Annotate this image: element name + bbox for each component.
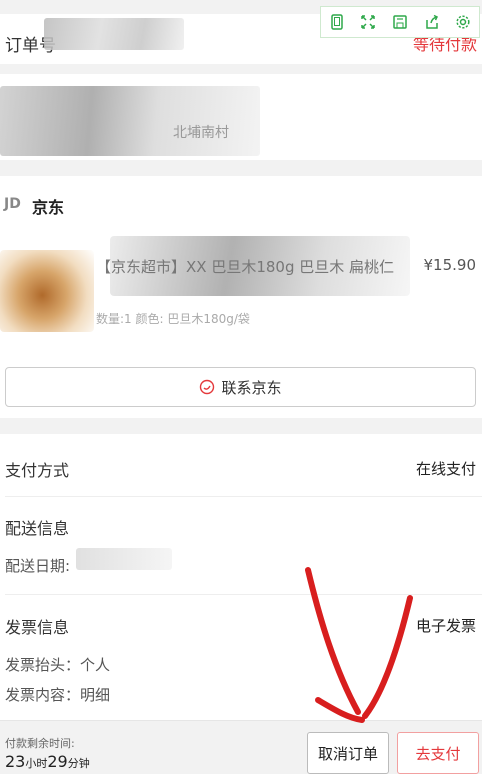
info-card: 支付方式 在线支付 配送信息 配送日期: 发票信息 电子发票 发票抬头：个人 发… — [0, 434, 482, 720]
divider — [5, 594, 482, 595]
remaining-time: 23小时29分钟 — [5, 752, 90, 771]
settings-icon[interactable] — [447, 7, 479, 37]
chat-icon — [200, 379, 215, 395]
shop-name[interactable]: 京东 — [32, 194, 64, 218]
share-icon[interactable] — [416, 7, 448, 37]
delivery-info-label: 配送信息 — [5, 519, 70, 538]
save-icon[interactable] — [384, 7, 416, 37]
jd-logo: JD — [4, 196, 21, 212]
remaining-time-label: 付款剩余时间: — [5, 737, 75, 750]
payment-method-label: 支付方式 — [5, 461, 70, 480]
shop-card: JD 京东 【京东超市】XX 巴旦木180g 巴旦木 扁桃仁 ¥15.90 数量… — [0, 176, 482, 418]
payment-method-value: 在线支付 — [415, 460, 476, 478]
address-redacted — [0, 86, 260, 156]
invoice-title-line: 发票抬头：个人 — [5, 656, 111, 674]
bottom-bar: 付款剩余时间: 23小时29分钟 取消订单 去支付 — [0, 720, 482, 774]
divider — [5, 496, 482, 497]
address-text: 北埔南村 — [173, 125, 229, 141]
delivery-date-redacted — [76, 548, 172, 570]
product-spec: 数量:1 颜色: 巴旦木180g/袋 — [96, 312, 250, 326]
invoice-content-line: 发票内容：明细 — [5, 686, 111, 704]
product-price: ¥15.90 — [423, 256, 477, 274]
expand-icon[interactable] — [353, 7, 385, 37]
minutes-unit: 分钟 — [67, 757, 90, 770]
phone-icon[interactable] — [321, 7, 353, 37]
address-card: 北埔南村 — [0, 74, 482, 160]
invoice-info-label: 发票信息 — [5, 618, 70, 637]
remaining-hours: 23 — [5, 752, 26, 771]
floating-toolbar — [320, 6, 480, 38]
remaining-minutes: 29 — [47, 752, 68, 771]
delivery-date-label: 配送日期: — [5, 557, 71, 575]
product-title[interactable]: 【京东超市】XX 巴旦木180g 巴旦木 扁桃仁 — [96, 256, 416, 278]
invoice-type-value: 电子发票 — [415, 617, 476, 635]
product-image[interactable] — [0, 250, 94, 332]
contact-jd-button[interactable]: 联系京东 — [5, 367, 476, 407]
hours-unit: 小时 — [25, 757, 48, 770]
order-number-redacted — [44, 18, 184, 50]
contact-jd-label: 联系京东 — [221, 378, 282, 397]
